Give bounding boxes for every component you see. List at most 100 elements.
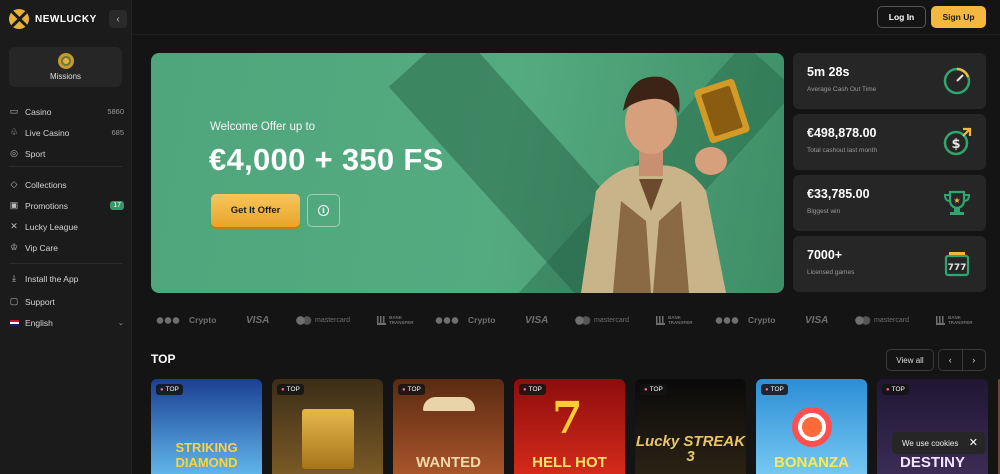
hero-banner[interactable]: Welcome Offer up to €4,000 + 350 FS Get … [151,53,784,293]
close-icon[interactable]: ✕ [969,436,978,449]
payment-visa: VISA [246,315,269,326]
brand-name: NEWLUCKY [35,13,97,25]
payment-crypto: Crypto [715,315,775,325]
stat-card-cashout-time: 5m 28s Average Cash Out Time [793,53,986,109]
top-tag-label: TOP [407,386,421,393]
stat-label: Licensed games [807,269,855,276]
sidebar-item-collections[interactable]: ◇ Collections [9,174,124,195]
top-tag: ● TOP [156,384,183,395]
payment-bank-transfer: BANK TRANSFER [656,315,693,325]
game-card[interactable]: ● TOP BONANZA [756,379,867,474]
info-icon: i [318,205,329,216]
stat-card-biggest-win: €33,785.00 Biggest win ★ [793,175,986,231]
sidebar-item-live-casino[interactable]: ♧ Live Casino 685 [9,122,124,143]
sidebar-item-install-app[interactable]: ⤓ Install the App [9,268,124,289]
stat-label: Total cashout last month [807,147,878,154]
sidebar-item-label: Support [25,296,55,307]
nav-tertiary: ⤓ Install the App ▢ Support English ⌄ [9,268,124,333]
chat-icon: ▢ [9,296,19,306]
game-title: WANTED [416,454,481,471]
sidebar-item-promotions[interactable]: ▣ Promotions 17 [9,195,124,216]
offer-info-button[interactable]: i [307,194,340,227]
game-card[interactable]: ● TOP 7 HELL HOT [514,379,625,474]
top-tag: ● TOP [761,384,788,395]
game-card[interactable]: ● TOP DESTINY [877,379,988,474]
stat-label: Biggest win [807,208,841,215]
header-divider [133,34,1000,35]
signup-button[interactable]: Sign Up [931,6,986,28]
top-tag-label: TOP [649,386,663,393]
top-tag: ● TOP [882,384,909,395]
top-tag-label: TOP [165,386,179,393]
top-tag-label: TOP [528,386,542,393]
game-card[interactable]: ● TOP Lucky STREAK 3 [635,379,746,474]
sidebar-item-vip-care[interactable]: ♔ Vip Care [9,237,124,258]
sidebar-item-label: Promotions [25,200,68,211]
chevron-left-icon[interactable]: ‹ [939,350,962,370]
fire-icon: ● [160,386,164,393]
sidebar-item-casino[interactable]: ▭ Casino 5860 [9,101,124,122]
crypto-icon [156,315,186,325]
game-card[interactable]: ● TOP [272,379,383,474]
payment-visa: VISA [525,315,548,326]
svg-text:$: $ [951,137,960,152]
mastercard-label: mastercard [594,316,630,324]
stat-value: 7000+ [807,248,843,262]
sidebar-item-sport[interactable]: ◎ Sport [9,143,124,164]
casino-count: 5860 [107,107,124,116]
dollar-cashout-icon: $ [943,127,972,156]
bank-icon [936,315,945,325]
candy-image [792,407,832,447]
payment-crypto: Crypto [435,315,495,325]
fire-icon: ● [523,386,527,393]
nav-secondary: ◇ Collections ▣ Promotions 17 ✕ Lucky Le… [9,174,124,258]
brand[interactable]: NEWLUCKY [9,9,97,29]
missions-label: Missions [49,72,82,81]
game-title: BONANZA [774,454,849,471]
payment-mastercard: mastercard [575,315,630,325]
payment-crypto: Crypto [156,315,216,325]
sidebar-item-label: Live Casino [25,127,70,138]
crypto-label: Crypto [468,315,496,325]
visa-label: VISA [805,314,829,326]
top-tag: ● TOP [398,384,425,395]
collapse-sidebar-button[interactable]: ‹ [109,10,127,28]
hero-title: €4,000 + 350 FS [209,142,444,177]
chevron-right-icon[interactable]: › [961,350,986,370]
bank-label-line2: TRANSFER [389,320,414,325]
game-card[interactable]: ● TOP WANTED [393,379,504,474]
top-tag: ● TOP [277,384,304,395]
fire-icon: ● [765,386,769,393]
cowboy-hat-image [423,397,475,411]
trophy-icon: ★ [943,190,971,215]
get-offer-button[interactable]: Get It Offer [211,194,300,227]
fire-icon: ● [281,386,285,393]
sidebar-item-label: Casino [25,106,52,117]
sidebar-item-lucky-league[interactable]: ✕ Lucky League [9,216,124,237]
view-all-button[interactable]: View all [886,349,934,371]
sport-icon: ◎ [10,148,18,158]
language-selector[interactable]: English ⌄ [9,312,124,333]
missions-button[interactable]: Missions [9,47,122,87]
payment-mastercard: mastercard [855,315,909,325]
sidebar-item-label: Vip Care [25,242,58,253]
top-tag-label: TOP [891,386,905,393]
sidebar-item-label: Install the App [25,273,79,284]
crypto-label: Crypto [189,315,217,325]
game-title: HELL HOT [532,454,607,471]
sidebar-item-support[interactable]: ▢ Support [9,291,124,312]
missions-target-icon [57,53,74,69]
login-button[interactable]: Log In [877,6,926,28]
stat-value: €33,785.00 [807,187,870,201]
sidebar-item-label: Sport [25,148,46,159]
mastercard-icon [296,315,312,325]
game-title: Lucky STREAK 3 [635,433,746,465]
seven-symbol-image: 7 [552,393,583,444]
game-card[interactable]: ● TOP STRIKING DIAMOND [151,379,262,474]
top-tag-label: TOP [286,386,300,393]
mastercard-label: mastercard [315,316,351,324]
game-title: STRIKING DIAMOND [175,440,238,470]
fire-icon: ● [886,386,890,393]
live-casino-count: 685 [111,128,124,137]
gauge-icon [943,67,971,95]
